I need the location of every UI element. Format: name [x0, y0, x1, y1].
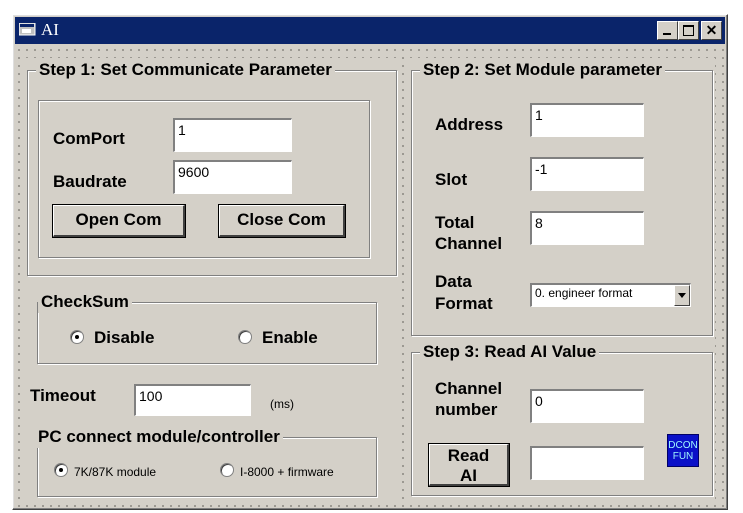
close-button[interactable]: ✕	[701, 21, 722, 40]
comport-input[interactable]: 1	[173, 118, 292, 152]
timeout-input[interactable]: 100	[134, 384, 251, 416]
data-format-value: 0. engineer format	[535, 286, 633, 300]
checksum-enable-radio[interactable]: Enable	[238, 328, 318, 348]
minimize-icon	[663, 33, 671, 35]
channel-number-input[interactable]: 0	[530, 389, 644, 423]
comport-label: ComPort	[53, 129, 125, 148]
app-window: AI ✕ Step 1: Set Communicate Parameter C…	[12, 14, 728, 510]
logo-line-2: FUN	[672, 451, 694, 462]
checksum-disable-radio[interactable]: Disable	[70, 328, 154, 348]
checksum-legend: CheckSum	[38, 291, 132, 313]
read-ai-label-1: Read	[447, 446, 490, 465]
chevron-down-icon[interactable]	[674, 285, 690, 306]
step3-legend: Step 3: Read AI Value	[420, 341, 600, 363]
timeout-label: Timeout	[30, 386, 96, 405]
data-format-label-2: Format	[435, 294, 493, 313]
close-com-label: Close Com	[237, 210, 326, 229]
logo-line-1: DCON	[668, 440, 698, 451]
radio-unchecked-icon	[220, 463, 234, 477]
pc-connect-legend: PC connect module/controller	[35, 426, 283, 448]
checksum-group: CheckSum Disable Enable	[37, 291, 377, 364]
close-com-button[interactable]: Close Com	[218, 204, 346, 238]
form-client-area: Step 1: Set Communicate Parameter ComPor…	[15, 46, 725, 507]
step2-group: Step 2: Set Module parameter Address 1 S…	[411, 59, 713, 336]
slot-input[interactable]: -1	[530, 157, 644, 191]
total-channel-label-2: Channel	[435, 234, 503, 253]
right-panel: Step 2: Set Module parameter Address 1 S…	[408, 58, 715, 503]
com-settings-box: ComPort 1 Baudrate 9600 Open Com Close C…	[38, 100, 370, 258]
address-input[interactable]: 1	[530, 103, 644, 137]
channel-number-label-1: Channel	[435, 379, 503, 398]
timeout-unit: (ms)	[270, 397, 294, 411]
baudrate-input[interactable]: 9600	[173, 160, 292, 194]
window-title: AI	[41, 20, 59, 39]
address-label: Address	[435, 115, 504, 134]
left-panel: Step 1: Set Communicate Parameter ComPor…	[24, 58, 399, 503]
ai-value-output	[530, 446, 644, 480]
radio-checked-icon	[54, 463, 68, 477]
step2-legend: Step 2: Set Module parameter	[420, 59, 666, 81]
maximize-button[interactable]	[678, 21, 699, 40]
minimize-button[interactable]	[657, 21, 678, 40]
baudrate-label: Baudrate	[53, 172, 127, 191]
total-channel-input[interactable]: 8	[530, 211, 644, 245]
open-com-label: Open Com	[75, 210, 162, 229]
data-format-select[interactable]: 0. engineer format	[530, 283, 691, 307]
close-icon: ✕	[705, 22, 718, 38]
read-ai-button[interactable]: Read AI	[428, 443, 510, 487]
channel-number-label-2: number	[435, 400, 498, 419]
module-7k-label: 7K/87K module	[74, 465, 157, 479]
step1-legend: Step 1: Set Communicate Parameter	[36, 59, 335, 81]
dcon-fun-logo: DCON FUN	[667, 434, 699, 467]
radio-checked-icon	[70, 330, 84, 344]
data-format-label-1: Data	[435, 272, 472, 291]
maximize-icon	[683, 25, 694, 36]
read-ai-label-2: AI	[460, 466, 477, 485]
slot-label: Slot	[435, 170, 468, 189]
module-i8000-radio[interactable]: I-8000 + firmware	[220, 462, 334, 482]
step1-group: Step 1: Set Communicate Parameter ComPor…	[27, 59, 397, 276]
total-channel-label-1: Total	[435, 213, 475, 232]
module-i8000-label: I-8000 + firmware	[240, 465, 334, 479]
open-com-button[interactable]: Open Com	[52, 204, 186, 238]
title-bar[interactable]: AI ✕	[15, 17, 725, 44]
module-7k-radio[interactable]: 7K/87K module	[54, 462, 156, 482]
checksum-disable-label: Disable	[94, 328, 155, 347]
pc-connect-group: PC connect module/controller 7K/87K modu…	[35, 426, 377, 497]
radio-unchecked-icon	[238, 330, 252, 344]
app-icon	[19, 23, 36, 36]
step3-group: Step 3: Read AI Value Channel number 0 R…	[411, 341, 713, 496]
checksum-enable-label: Enable	[262, 328, 318, 347]
